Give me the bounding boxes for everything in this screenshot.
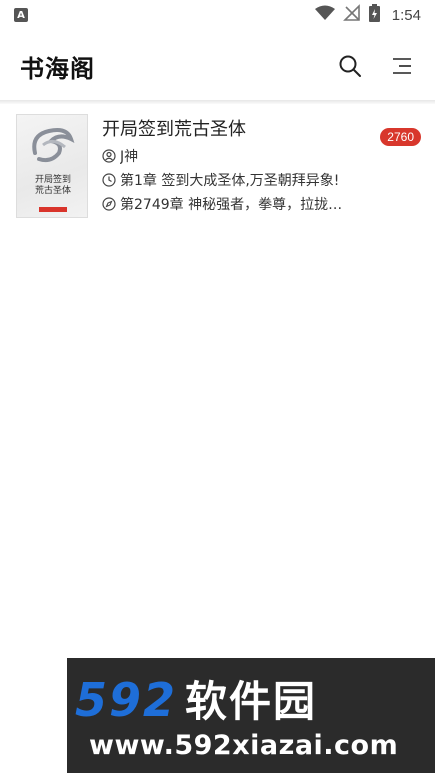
status-bar: A 1:54 <box>0 0 435 30</box>
latest-chapter-row: 第2749章 神秘强者，拳尊，拉拢… <box>102 194 419 214</box>
search-button[interactable] <box>337 53 363 79</box>
unread-count-badge: 2760 <box>380 128 421 146</box>
cover-title-line1: 开局签到 <box>34 175 71 185</box>
app-title: 书海阁 <box>20 54 95 83</box>
author-row: J神 <box>102 146 419 166</box>
app-bar: 书海阁 <box>0 30 435 102</box>
book-info: 开局签到荒古圣体 J神 第1章 签到大成圣体,万圣朝拜异象! 第2749章 神秘… <box>102 114 419 226</box>
status-right: 1:54 <box>314 4 421 26</box>
book-cover[interactable]: 开局签到 荒古圣体 <box>16 114 88 218</box>
app-actions <box>337 53 415 79</box>
watermark: 592 软件园 www.592xiazai.com <box>67 658 435 773</box>
watermark-url: www.592xiazai.com <box>89 730 399 761</box>
book-title: 开局签到荒古圣体 <box>102 119 246 140</box>
cover-publisher-logo <box>39 207 67 212</box>
menu-icon <box>393 58 411 74</box>
first-chapter: 第1章 签到大成圣体,万圣朝拜异象! <box>120 173 340 189</box>
wifi-icon <box>314 5 335 25</box>
watermark-name: 软件园 <box>185 677 318 726</box>
status-time: 1:54 <box>391 6 421 24</box>
book-list-item[interactable]: 开局签到 荒古圣体 开局签到荒古圣体 J神 第1章 签到大成圣体,万圣朝拜异象!… <box>0 114 435 226</box>
watermark-logo: 592 软件园 <box>75 668 317 729</box>
cover-title-line2: 荒古圣体 <box>34 186 71 196</box>
battery-charging-icon <box>368 4 380 26</box>
notification-icon: A <box>14 8 28 22</box>
watermark-number: 592 <box>75 673 178 727</box>
search-icon <box>339 55 361 77</box>
cover-art-icon <box>32 128 75 163</box>
signal-off-icon <box>342 4 361 26</box>
compass-icon <box>102 197 116 211</box>
app-bar-divider <box>0 100 435 104</box>
clock-icon <box>102 173 116 187</box>
cover-title: 开局签到 荒古圣体 <box>17 175 87 197</box>
first-chapter-row: 第1章 签到大成圣体,万圣朝拜异象! <box>102 170 419 190</box>
status-left: A <box>14 8 28 22</box>
book-author: J神 <box>120 149 139 165</box>
latest-chapter: 第2749章 神秘强者，拳尊，拉拢… <box>120 197 343 213</box>
menu-button[interactable] <box>389 53 415 79</box>
author-icon <box>102 149 116 163</box>
